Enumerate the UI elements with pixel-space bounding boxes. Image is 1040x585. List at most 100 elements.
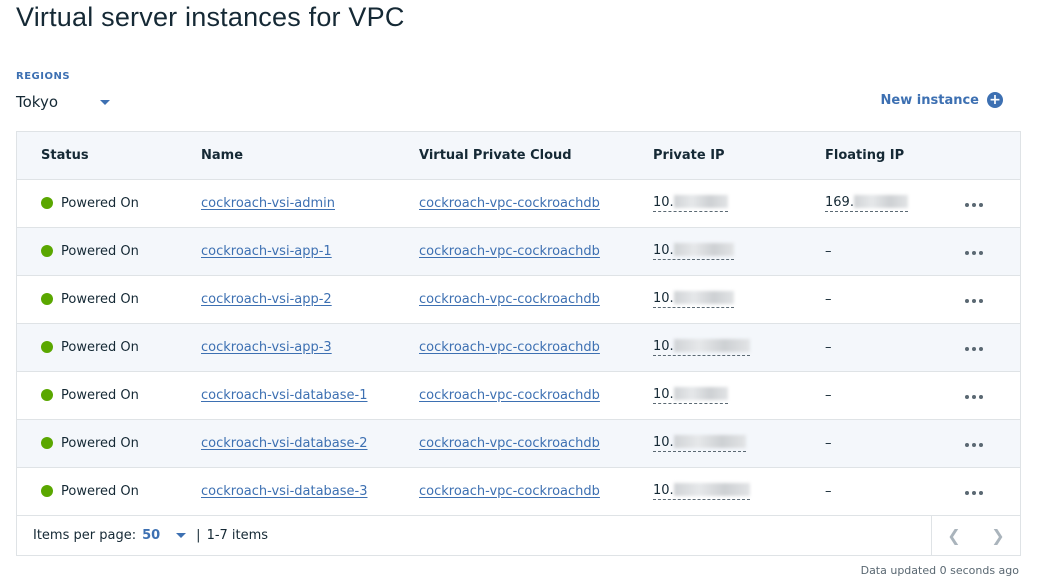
- table-row: Powered On cockroach-vsi-database-3 cock…: [17, 467, 1020, 515]
- private-ip-prefix: 10.: [653, 194, 674, 210]
- overflow-menu-icon[interactable]: [965, 490, 983, 495]
- status-text: Powered On: [61, 483, 139, 499]
- status-text: Powered On: [61, 387, 139, 403]
- table-header-row: Status Name Virtual Private Cloud Privat…: [17, 132, 1020, 179]
- overflow-menu-icon[interactable]: [965, 202, 983, 207]
- instance-name-link[interactable]: cockroach-vsi-admin: [201, 196, 335, 211]
- next-page-button[interactable]: ❯: [976, 516, 1020, 555]
- new-instance-label: New instance: [880, 92, 979, 108]
- region-dropdown[interactable]: Tokyo: [16, 91, 116, 113]
- status-cell: Powered On: [41, 340, 201, 355]
- instance-name-link[interactable]: cockroach-vsi-app-3: [201, 340, 332, 355]
- status-cell: Powered On: [41, 292, 201, 307]
- floating-ip-empty: –: [825, 291, 832, 307]
- private-ip-prefix: 10.: [653, 290, 674, 306]
- table-row: Powered On cockroach-vsi-database-2 cock…: [17, 419, 1020, 467]
- redacted-ip: [673, 386, 728, 400]
- column-header-status[interactable]: Status: [17, 132, 201, 179]
- private-ip[interactable]: 10.: [653, 482, 750, 500]
- pagination-range: 1-7 items: [206, 528, 269, 543]
- region-value: Tokyo: [16, 93, 58, 111]
- status-text: Powered On: [61, 435, 139, 451]
- data-updated-text: Data updated 0 seconds ago: [860, 564, 1019, 577]
- pager-buttons: ❮ ❯: [931, 516, 1020, 555]
- vpc-link[interactable]: cockroach-vpc-cockroachdb: [419, 388, 600, 403]
- vpc-link[interactable]: cockroach-vpc-cockroachdb: [419, 484, 600, 499]
- status-dot-icon: [41, 389, 53, 401]
- private-ip[interactable]: 10.: [653, 194, 728, 212]
- column-header-private-ip[interactable]: Private IP: [653, 132, 825, 179]
- previous-page-button[interactable]: ❮: [932, 516, 976, 555]
- redacted-ip: [673, 434, 746, 448]
- status-cell: Powered On: [41, 196, 201, 211]
- instances-table: Status Name Virtual Private Cloud Privat…: [16, 131, 1021, 556]
- status-text: Powered On: [61, 339, 139, 355]
- status-cell: Powered On: [41, 388, 201, 403]
- pagination-separator: |: [196, 528, 201, 543]
- instance-name-link[interactable]: cockroach-vsi-database-2: [201, 436, 368, 451]
- private-ip-prefix: 10.: [653, 338, 674, 354]
- table-row: Powered On cockroach-vsi-database-1 cock…: [17, 371, 1020, 419]
- status-text: Powered On: [61, 243, 139, 259]
- status-text: Powered On: [61, 195, 139, 211]
- private-ip-prefix: 10.: [653, 386, 674, 402]
- overflow-menu-icon[interactable]: [965, 250, 983, 255]
- table-row: Powered On cockroach-vsi-admin cockroach…: [17, 179, 1020, 227]
- vpc-link[interactable]: cockroach-vpc-cockroachdb: [419, 292, 600, 307]
- floating-ip-empty: –: [825, 243, 832, 259]
- status-cell: Powered On: [41, 484, 201, 499]
- status-dot-icon: [41, 197, 53, 209]
- column-header-floating-ip[interactable]: Floating IP: [825, 132, 965, 179]
- column-header-actions: [965, 132, 1020, 179]
- chevron-right-icon: ❯: [991, 526, 1005, 545]
- column-header-vpc[interactable]: Virtual Private Cloud: [419, 132, 653, 179]
- redacted-ip: [673, 242, 734, 256]
- items-per-page-value: 50: [142, 528, 161, 543]
- column-header-name[interactable]: Name: [201, 132, 419, 179]
- table-row: Powered On cockroach-vsi-app-1 cockroach…: [17, 227, 1020, 275]
- instance-name-link[interactable]: cockroach-vsi-database-3: [201, 484, 368, 499]
- redacted-ip: [673, 482, 750, 496]
- private-ip[interactable]: 10.: [653, 338, 750, 356]
- instance-name-link[interactable]: cockroach-vsi-app-2: [201, 292, 332, 307]
- redacted-ip: [673, 290, 734, 304]
- floating-ip-empty: –: [825, 339, 832, 355]
- vpc-link[interactable]: cockroach-vpc-cockroachdb: [419, 340, 600, 355]
- status-dot-icon: [41, 341, 53, 353]
- floating-ip-empty: –: [825, 483, 832, 499]
- new-instance-button[interactable]: New instance +: [881, 92, 1003, 108]
- page-title: Virtual server instances for VPC: [16, 2, 405, 32]
- private-ip[interactable]: 10.: [653, 434, 746, 452]
- floating-ip-empty: –: [825, 435, 832, 451]
- private-ip[interactable]: 10.: [653, 242, 734, 260]
- chevron-down-icon: [100, 100, 110, 105]
- overflow-menu-icon[interactable]: [965, 298, 983, 303]
- redacted-ip: [673, 338, 750, 352]
- instance-name-link[interactable]: cockroach-vsi-app-1: [201, 244, 332, 259]
- private-ip[interactable]: 10.: [653, 386, 728, 404]
- private-ip-prefix: 10.: [653, 482, 674, 498]
- overflow-menu-icon[interactable]: [965, 394, 983, 399]
- overflow-menu-icon[interactable]: [965, 346, 983, 351]
- private-ip-prefix: 10.: [653, 242, 674, 258]
- private-ip-prefix: 10.: [653, 434, 674, 450]
- table-row: Powered On cockroach-vsi-app-3 cockroach…: [17, 323, 1020, 371]
- status-dot-icon: [41, 245, 53, 257]
- private-ip[interactable]: 10.: [653, 290, 734, 308]
- chevron-down-icon: [176, 533, 187, 538]
- add-icon: +: [987, 92, 1003, 108]
- items-per-page-label: Items per page:: [33, 528, 137, 543]
- status-dot-icon: [41, 485, 53, 498]
- overflow-menu-icon[interactable]: [965, 442, 983, 447]
- vpc-link[interactable]: cockroach-vpc-cockroachdb: [419, 436, 600, 451]
- vpc-link[interactable]: cockroach-vpc-cockroachdb: [419, 196, 600, 211]
- redacted-ip: [673, 194, 728, 208]
- floating-ip-empty: –: [825, 387, 832, 403]
- table-row: Powered On cockroach-vsi-app-2 cockroach…: [17, 275, 1020, 323]
- floating-ip[interactable]: 169.: [825, 194, 908, 212]
- redacted-ip: [853, 194, 908, 208]
- instance-name-link[interactable]: cockroach-vsi-database-1: [201, 388, 368, 403]
- vsi-page: Virtual server instances for VPC REGIONS…: [0, 0, 1040, 585]
- items-per-page-dropdown[interactable]: 50: [142, 528, 187, 543]
- vpc-link[interactable]: cockroach-vpc-cockroachdb: [419, 244, 600, 259]
